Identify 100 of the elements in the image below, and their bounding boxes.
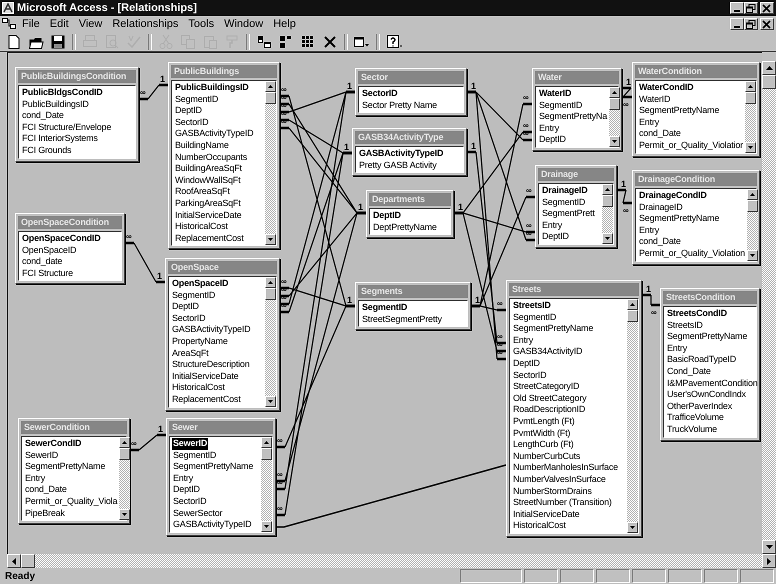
relationship-line[interactable] (124, 242, 166, 284)
scroll-thumb[interactable] (261, 448, 272, 460)
field-name[interactable]: Entry (24, 472, 46, 484)
field-name[interactable]: SegmentID (512, 312, 558, 324)
field-name[interactable]: GASB34ActivityID (512, 346, 584, 358)
scroll-thumb[interactable] (609, 98, 620, 110)
field-name[interactable]: DeptID (541, 231, 570, 243)
field-name[interactable]: SegmentID (172, 450, 218, 462)
primary-key-field[interactable]: DrainageID (541, 185, 589, 197)
field-name[interactable]: SegmentPrettyName (172, 461, 254, 473)
field-name[interactable]: DeptID (538, 134, 567, 146)
field-name[interactable]: GASBActivityTypeID (171, 324, 252, 336)
field-name[interactable]: SegmentID (171, 290, 216, 302)
field-name[interactable]: DeptID (172, 484, 201, 496)
scrollbar[interactable] (265, 277, 276, 407)
scrollbar[interactable] (627, 299, 638, 533)
field-name[interactable]: RoadDescriptionID (512, 404, 586, 416)
field-name[interactable]: AreaSqFt (171, 348, 210, 360)
relationship-line[interactable] (138, 84, 170, 100)
field-name[interactable]: SectorID (174, 116, 210, 128)
minimize-button[interactable] (730, 18, 744, 30)
field-name[interactable]: DeptID (171, 301, 200, 313)
menu-item[interactable]: Window (219, 18, 268, 30)
field-name[interactable]: Entry (512, 334, 534, 346)
field-name[interactable]: cond_Date (638, 236, 682, 248)
field-name[interactable]: BuildingAreaSqFt (174, 163, 243, 175)
field-name[interactable]: HistoricalCost (174, 221, 229, 233)
relationship-line[interactable] (274, 304, 356, 448)
scroll-thumb[interactable] (602, 195, 613, 207)
primary-key-field[interactable]: DrainageCondID (638, 190, 708, 202)
field-name[interactable]: Permit_or_Quality_Viola (24, 496, 118, 508)
field-name[interactable]: GASBActivityTypeID (172, 519, 252, 531)
relationship-line[interactable] (274, 152, 354, 516)
field-name[interactable]: StreetNumber (Transition) (512, 497, 613, 509)
table-window[interactable]: Sewer SewerID SegmentID SegmentPrettyName Entry DeptID SectorID SewerSector GASBActivityTypeID (166, 418, 276, 536)
field-name[interactable]: Entry (541, 220, 564, 232)
field-name[interactable]: Entry (666, 342, 688, 354)
field-name[interactable]: InitialServiceDate (171, 370, 240, 382)
field-name[interactable]: Sector Pretty Name (361, 100, 438, 112)
scrollbar[interactable] (602, 184, 613, 244)
scroll-thumb[interactable] (265, 92, 276, 104)
field-name[interactable]: DeptPrettyName (372, 222, 438, 234)
table-window[interactable]: SewerCondition SewerCondID SewerID SegmentPrettyName Entry cond_Date Permit_or_Quality_Viola PipeBreak (18, 418, 130, 524)
primary-key-field[interactable]: SegmentID (361, 302, 408, 314)
primary-key-field[interactable]: SewerCondID (24, 438, 82, 450)
field-name[interactable]: NumberStormDrains (512, 486, 593, 498)
field-name[interactable]: GASBActivityTypeID (174, 128, 254, 140)
table-window[interactable]: GASB34ActivityType GASBActivityTypeID Pretty GASB Activity (352, 128, 467, 176)
menu-item[interactable]: View (74, 18, 108, 30)
field-name[interactable]: Old StreetCategory (512, 392, 588, 404)
table-window[interactable]: Water WaterID SegmentID SegmentPrettyNa Entry DeptID (532, 68, 622, 151)
restore-button[interactable] (744, 18, 758, 30)
primary-key-field[interactable]: GASBActivityTypeID (358, 148, 444, 160)
field-name[interactable]: RoofAreaSqFt (174, 186, 231, 198)
close-button[interactable] (760, 18, 774, 30)
menu-item[interactable]: Tools (183, 18, 220, 30)
field-name[interactable]: ReplacementCost (171, 394, 242, 406)
field-name[interactable]: OpenSpaceID (21, 244, 78, 256)
scrollbar[interactable] (265, 81, 276, 246)
field-name[interactable]: NumberManholesInSurface (512, 462, 619, 474)
field-name[interactable]: WaterID (638, 94, 672, 106)
horizontal-scrollbar[interactable] (7, 554, 776, 568)
scroll-thumb[interactable] (745, 92, 756, 104)
field-name[interactable]: cond_Date (24, 484, 68, 496)
field-name[interactable]: BasicRoadTypeID (666, 354, 738, 366)
relationship-line[interactable] (128, 434, 168, 452)
primary-key-field[interactable]: StreetsID (512, 300, 552, 312)
table-window[interactable]: Drainage DrainageID SegmentID SegmentPrett Entry DeptID (535, 165, 617, 248)
scrollbar[interactable] (609, 87, 620, 147)
menu-item[interactable]: Relationships (107, 18, 184, 30)
menu-item[interactable]: Edit (44, 18, 74, 30)
field-name[interactable]: SectorID (512, 370, 548, 382)
field-name[interactable]: SegmentPrettyName (512, 323, 594, 335)
field-name[interactable]: FCI Structure/Envelope (21, 122, 112, 134)
scrollbar[interactable] (747, 189, 758, 261)
field-name[interactable]: Entry (538, 122, 560, 134)
scroll-thumb[interactable] (762, 75, 776, 89)
primary-key-field[interactable]: DeptID (372, 210, 402, 222)
relationship-line[interactable] (466, 90, 508, 360)
table-window[interactable]: StreetsCondition StreetsCondID StreetsID SegmentPrettyName Entry BasicRoadTypeID Cond_Date I&MPavementCondition User'sOwnCondIndx OtherPaverIndex TrafficeVolume TruckVolume (660, 288, 760, 441)
field-name[interactable]: NumberValvesInSurface (512, 474, 607, 486)
field-name[interactable]: Permit_or_Quality_Violatior (638, 140, 744, 152)
field-name[interactable]: SegmentPrettyNa (538, 111, 608, 123)
field-name[interactable]: StreetsID (666, 320, 704, 332)
primary-key-field[interactable]: SewerID (172, 438, 208, 450)
relationship-line[interactable] (452, 212, 508, 352)
field-name[interactable]: SegmentID (541, 196, 586, 208)
field-name[interactable]: SegmentPrett (541, 208, 596, 220)
table-window[interactable]: DrainageCondition DrainageCondID DrainageID SegmentPrettyName Entry cond_Date Permit_or_Quality_Violation (632, 170, 760, 265)
field-name[interactable]: SegmentID (538, 100, 584, 112)
relationship-line[interactable] (466, 150, 508, 344)
field-name[interactable]: PublicBuildingsID (21, 98, 90, 110)
table-window[interactable]: PublicBuildingsCondition PublicBldgsCondID PublicBuildingsID cond_Date FCI Structure/Envelope FCI InteriorSystems FCI Grounds (15, 67, 139, 162)
field-name[interactable]: Permit_or_Quality_Violation (638, 248, 746, 260)
field-name[interactable]: SewerSector (172, 508, 224, 520)
primary-key-field[interactable]: WaterID (538, 88, 572, 100)
field-name[interactable]: SectorID (171, 312, 206, 324)
scroll-thumb[interactable] (627, 310, 638, 322)
table-window[interactable]: Departments DeptID DeptPrettyName (366, 190, 454, 238)
field-name[interactable]: InitialServiceDate (512, 508, 580, 520)
